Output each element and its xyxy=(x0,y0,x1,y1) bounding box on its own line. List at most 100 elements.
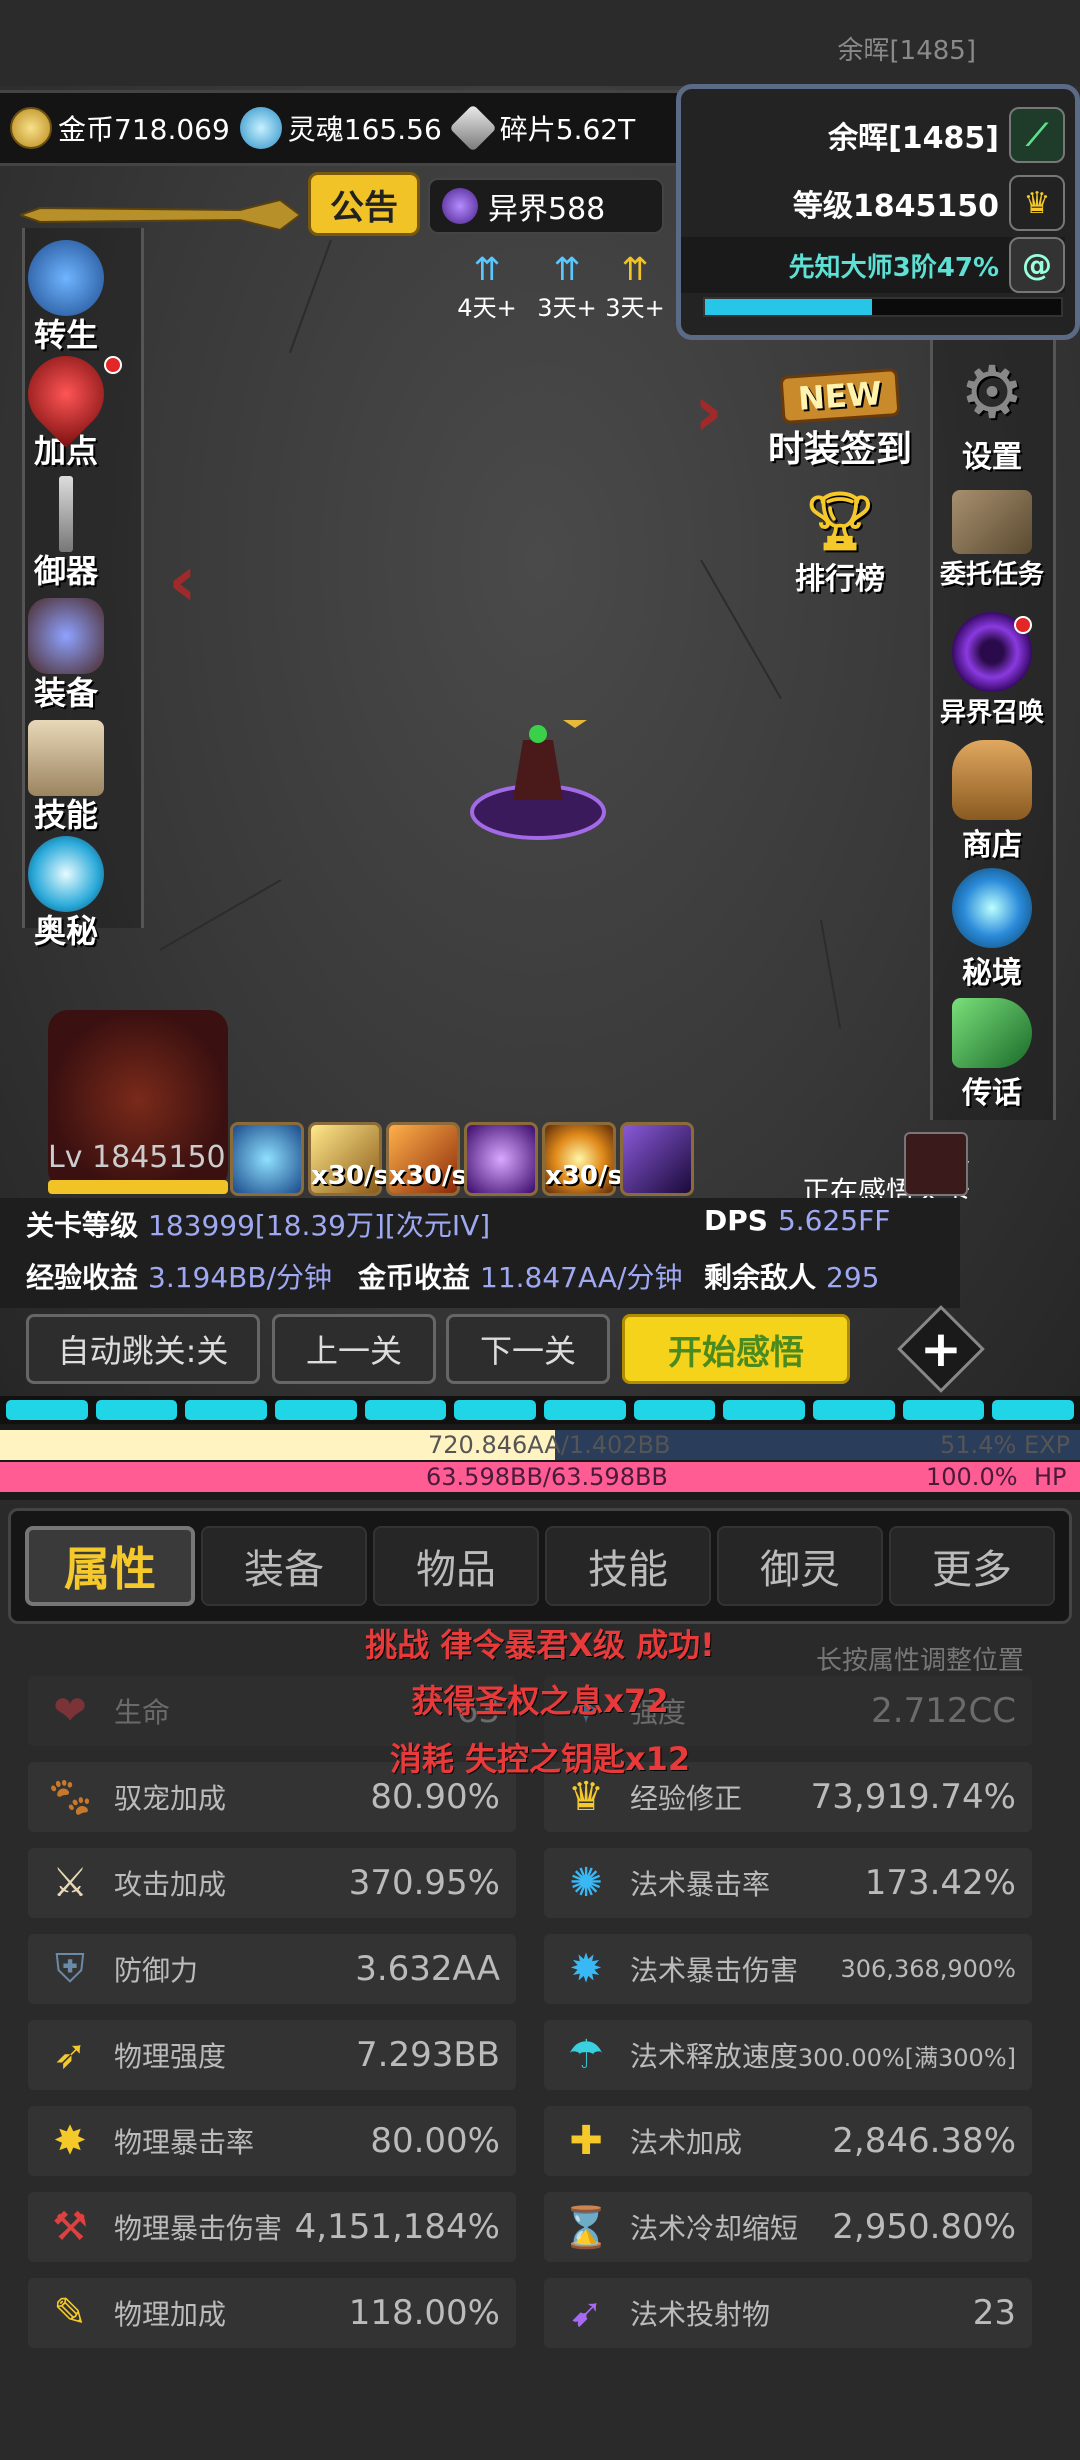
attribute-name: 物理暴击伤害 xyxy=(114,2212,283,2245)
auto-skip-button[interactable]: 自动跳关:关 xyxy=(26,1314,260,1384)
attribute-row[interactable]: ⌛ 法术冷却缩短 2,950.80% xyxy=(544,2192,1032,2262)
crown-icon: ♛ xyxy=(568,1774,604,1820)
message-button[interactable]: 传话 xyxy=(912,998,1072,1112)
boost-soul[interactable]: ⇈ 4天+ xyxy=(452,250,522,323)
attribute-row[interactable]: ✎ 物理加成 118.00% xyxy=(28,2278,516,2348)
notice-button[interactable]: 公告 xyxy=(308,172,420,236)
sword-icon xyxy=(59,476,73,552)
leaderboard-button[interactable]: 🏆︎ 排行榜 xyxy=(760,490,920,598)
shard-icon xyxy=(449,104,497,152)
new-badge-icon: NEW xyxy=(779,367,901,425)
tab-items[interactable]: 物品 xyxy=(373,1526,539,1606)
menu-arcana[interactable]: 奥秘 xyxy=(16,836,116,952)
soul-boost-icon: ⇈ xyxy=(473,250,501,288)
player-title-row: 先知大师3阶47% @ xyxy=(681,237,1065,293)
swirl-icon: @ xyxy=(1009,237,1065,293)
tab-skills[interactable]: 技能 xyxy=(545,1526,711,1606)
horn-icon xyxy=(952,998,1032,1068)
magic-crit-damage-icon: ✹ xyxy=(569,1946,603,1992)
armor-shield-icon xyxy=(28,598,104,674)
shield-icon: ⛨ xyxy=(55,1946,85,1992)
attribute-row[interactable]: ➶ 物理强度 7.293BB xyxy=(28,2020,516,2090)
stage-level: 关卡等级 183999[18.39万][次元IV] xyxy=(26,1204,490,1244)
stage-stats-panel: 关卡等级 183999[18.39万][次元IV] DPS 5.625FF 经验收益… xyxy=(0,1198,960,1308)
menu-attribute-points[interactable]: 加点 xyxy=(12,340,120,472)
otherworld-button[interactable]: 异界588 xyxy=(428,178,664,234)
menu-weapon-control[interactable]: 御器 xyxy=(16,476,116,592)
tab-more[interactable]: 更多 xyxy=(889,1526,1055,1606)
menu-equipment[interactable]: 装备 xyxy=(16,598,116,714)
resource-shard[interactable]: 碎片5.62T xyxy=(449,93,635,163)
attribute-value: 2,846.38% xyxy=(832,2121,1016,2161)
leaderboard-label: 排行榜 xyxy=(795,562,885,597)
fish-boost-icon: ⇈ xyxy=(553,250,581,288)
start-comprehend-button[interactable]: 开始感悟 xyxy=(622,1314,850,1384)
attribute-row[interactable]: ✹ 法术暴击伤害 306,368,900% xyxy=(544,1934,1032,2004)
magic-crit-icon: ✺ xyxy=(569,1860,603,1906)
message-label: 传话 xyxy=(962,1076,1022,1111)
burst-skill-icon[interactable]: x30/s xyxy=(542,1122,623,1196)
shop-button[interactable]: 商店 xyxy=(912,740,1072,864)
player-info-panel[interactable]: 余晖[1485] ⟋ 等级1845150 ♛ 先知大师3阶47% @ xyxy=(676,84,1080,340)
shop-bag-icon xyxy=(952,740,1032,820)
boost-gold[interactable]: ⇈ 3天+ xyxy=(600,250,670,323)
attribute-row[interactable]: ✺ 法术暴击率 173.42% xyxy=(544,1848,1032,1918)
prev-stage-button[interactable]: 上一关 xyxy=(272,1314,436,1384)
sword-strike-icon: ➶ xyxy=(53,2032,87,2078)
fire-skill-icon[interactable]: x30/s xyxy=(386,1122,467,1196)
attribute-row[interactable]: ➹ 法术投射物 23 xyxy=(544,2278,1032,2348)
attribute-value: 80.90% xyxy=(370,1777,500,1817)
tab-attributes[interactable]: 属性 xyxy=(25,1526,195,1606)
secret-realm-button[interactable]: 秘境 xyxy=(912,868,1072,992)
tab-spirits[interactable]: 御灵 xyxy=(717,1526,883,1606)
arrow-right-icon[interactable]: › xyxy=(694,370,723,452)
exp-bar-percent: 51.4% xyxy=(940,1431,1017,1459)
attribute-row[interactable]: ⚒ 物理暴击伤害 4,151,184% xyxy=(28,2192,516,2262)
arcane-skill-icon[interactable] xyxy=(464,1122,538,1196)
menu-equipment-label: 装备 xyxy=(33,674,98,712)
next-stage-button[interactable]: 下一关 xyxy=(446,1314,610,1384)
crit-burst-icon: ✸ xyxy=(53,2118,87,2164)
hero-xp-bar xyxy=(48,1180,228,1194)
tab-equipment[interactable]: 装备 xyxy=(201,1526,367,1606)
resource-gold[interactable]: 金币718.069 xyxy=(10,93,230,163)
summon-button[interactable]: 异界召唤 xyxy=(912,612,1072,729)
player-character-sprite xyxy=(470,720,606,840)
trophy-icon: 🏆︎ xyxy=(804,489,876,554)
arrow-left-icon[interactable]: ‹ xyxy=(168,540,197,622)
crossed-swords-icon: ⚔ xyxy=(52,1860,88,1906)
attribute-row[interactable]: ✚ 法术加成 2,846.38% xyxy=(544,2106,1032,2176)
fashion-checkin-button[interactable]: NEW 时装签到 xyxy=(760,367,920,472)
spell-plus-icon: ✚ xyxy=(569,2118,603,2164)
rebirth-icon xyxy=(28,240,104,316)
attribute-row[interactable]: ✸ 物理暴击率 80.00% xyxy=(28,2106,516,2176)
attribute-row[interactable]: ⛨ 防御力 3.632AA xyxy=(28,1934,516,2004)
reward-toast: 获得圣权之息x72 xyxy=(411,1682,669,1720)
gold-income: 金币收益 11.847AA/分钟 xyxy=(358,1256,683,1296)
attribute-row[interactable]: ⚔ 攻击加成 370.95% xyxy=(28,1848,516,1918)
attribute-value: 306,368,900% xyxy=(840,1955,1017,1983)
attribute-name: 物理暴击率 xyxy=(114,2126,255,2159)
resource-soul[interactable]: 灵魂165.56 xyxy=(239,93,442,163)
menu-rebirth[interactable]: 转生 xyxy=(16,240,116,356)
lightning-skill-icon[interactable]: x30/s xyxy=(308,1122,389,1196)
quest-scroll-icon xyxy=(952,490,1032,554)
quests-button[interactable]: 委托任务 xyxy=(912,490,1072,591)
vortex-skill-icon[interactable] xyxy=(230,1122,304,1196)
player-title: 先知大师3阶47% xyxy=(788,252,999,283)
skill-row: x30/s x30/s x30/s xyxy=(230,1122,694,1196)
attribute-value: 370.95% xyxy=(348,1863,500,1903)
shadow-skill-icon[interactable] xyxy=(620,1122,694,1196)
attribute-name: 防御力 xyxy=(114,1954,199,1987)
boost-exp[interactable]: ⇈ 3天+ xyxy=(532,250,602,323)
resource-soul-label: 灵魂165.56 xyxy=(287,113,442,146)
settings-button[interactable]: ⚙ 设置 xyxy=(912,352,1072,476)
boost-label: 4天+ xyxy=(457,294,517,322)
attribute-name: 物理加成 xyxy=(114,2298,227,2331)
attribute-name: 法术暴击伤害 xyxy=(630,1954,799,1987)
attribute-row[interactable]: ☂ 法术释放速度 300.00%[满300%] xyxy=(544,2020,1032,2090)
companion-avatar[interactable] xyxy=(904,1132,968,1196)
menu-skills[interactable]: 技能 xyxy=(16,720,116,836)
title-progress-bar xyxy=(703,297,1063,317)
settings-label: 设置 xyxy=(962,440,1022,475)
